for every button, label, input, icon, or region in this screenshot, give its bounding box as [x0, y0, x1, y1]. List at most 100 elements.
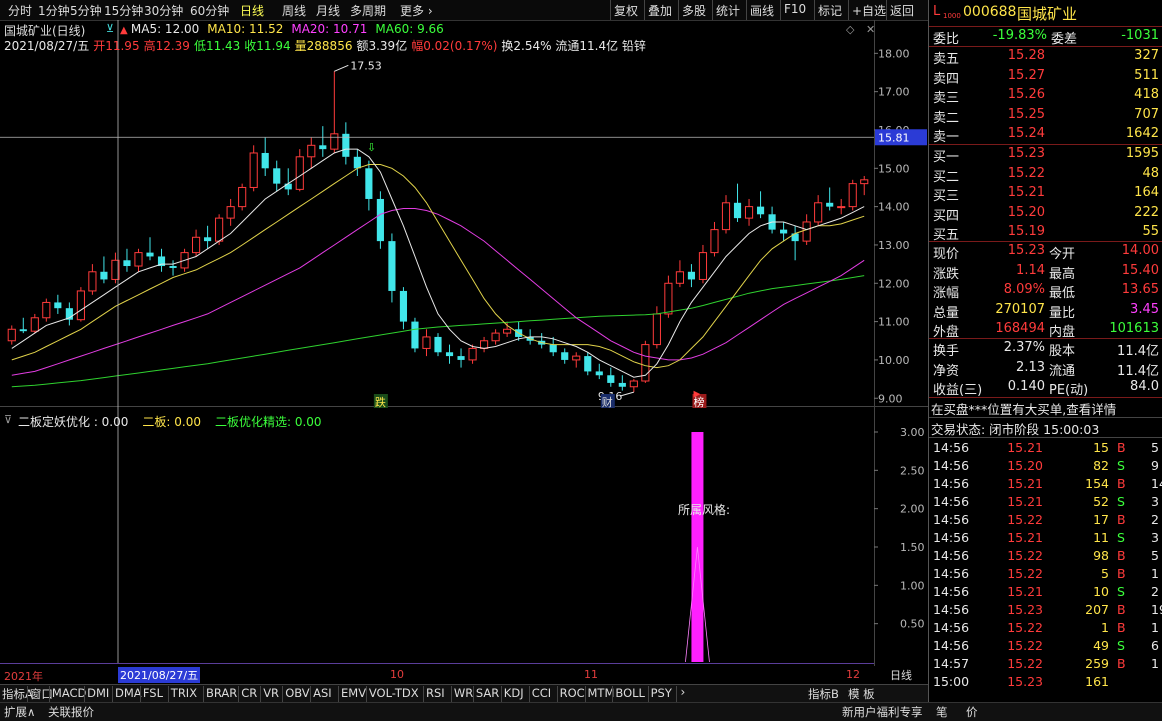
- indicator-tab[interactable]: SAR: [476, 686, 499, 700]
- tick-time: 14:56: [933, 566, 970, 581]
- toolbar-button[interactable]: 多股: [682, 2, 706, 19]
- ma-label: MA10: 11.52: [207, 22, 284, 36]
- indicator-tab[interactable]: MTM: [588, 686, 615, 700]
- toolbar-button[interactable]: 叠加: [648, 2, 672, 19]
- arrow-up-icon: ▲: [120, 25, 131, 36]
- order-book-price[interactable]: 15.28: [989, 48, 1045, 63]
- indicator-tab-b[interactable]: 指标B: [808, 686, 839, 702]
- indicator-tab[interactable]: CR: [241, 686, 257, 700]
- toolbar-button[interactable]: 复权: [614, 2, 638, 19]
- divider: [26, 686, 28, 702]
- indicator-tab[interactable]: VOL-TDX: [369, 686, 419, 700]
- period-tab[interactable]: 60分钟: [190, 2, 229, 19]
- indicator-collapse-icon[interactable]: ⊽: [4, 413, 12, 426]
- indicator-tab[interactable]: BOLL: [615, 686, 645, 700]
- period-tab[interactable]: 周线: [282, 2, 306, 19]
- toolbar-button[interactable]: 画线: [750, 2, 774, 19]
- divider: [814, 0, 815, 20]
- candle: [837, 198, 846, 215]
- template-tab[interactable]: 模 板: [848, 686, 875, 702]
- indicator-tab[interactable]: MACD: [52, 686, 86, 700]
- ohlc-field: 开11.95: [93, 39, 140, 53]
- period-tab[interactable]: 1分钟: [38, 2, 70, 19]
- indicator-tab[interactable]: ROC: [560, 686, 585, 700]
- divider: [675, 686, 677, 702]
- toolbar-button[interactable]: 标记: [818, 2, 842, 19]
- order-book-price[interactable]: 15.25: [989, 107, 1045, 122]
- divider: [929, 437, 1162, 438]
- order-book-price[interactable]: 15.24: [989, 126, 1045, 141]
- indicator-tab[interactable]: WR: [454, 686, 473, 700]
- tick-volume: 17: [1093, 512, 1109, 527]
- tick-count: 1: [1151, 656, 1159, 671]
- candle: [273, 160, 281, 192]
- candle: [768, 206, 776, 234]
- order-book-price[interactable]: 15.20: [989, 205, 1045, 220]
- period-tab[interactable]: 15分钟: [104, 2, 143, 19]
- indicator-tab[interactable]: ASI: [313, 686, 332, 700]
- indicator-tab[interactable]: DMA: [115, 686, 142, 700]
- indicator-tab[interactable]: EMV: [341, 686, 366, 700]
- candle: [19, 317, 27, 334]
- indicator-tab[interactable]: 指标A: [2, 686, 33, 702]
- diamond-icon[interactable]: ◇: [846, 23, 854, 36]
- indicator-tab[interactable]: BRAR: [206, 686, 237, 700]
- ohlc-field: 额3.39亿: [356, 39, 408, 53]
- indicator-tab[interactable]: RSI: [426, 686, 445, 700]
- divider: [780, 0, 781, 20]
- divider: [678, 0, 679, 20]
- kline-chart[interactable]: 18.0017.0016.0015.0014.0013.0012.0011.00…: [0, 20, 928, 666]
- ohlc-field: 高12.39: [143, 39, 190, 53]
- candle: [503, 321, 512, 337]
- tick-tab[interactable]: 笔: [936, 704, 948, 720]
- big-order-notice[interactable]: 在买盘***位置有大买单,查看详情: [931, 399, 1116, 418]
- indicator-tab[interactable]: VR: [263, 686, 279, 700]
- candle: [687, 264, 696, 288]
- indicator-y-tick-label: 1.00: [900, 579, 925, 592]
- stat-value: 2.37%: [1003, 340, 1045, 355]
- indicator-tab[interactable]: DMI: [87, 686, 109, 700]
- promo-link[interactable]: 新用户福利专享: [842, 704, 923, 720]
- period-tab[interactable]: 分时: [8, 2, 32, 19]
- tick-side: B: [1117, 512, 1126, 527]
- toolbar-button[interactable]: +自选: [852, 2, 886, 19]
- order-book-label: 买四: [933, 208, 960, 224]
- price-tab[interactable]: 价: [966, 704, 978, 720]
- period-tab[interactable]: 日线: [240, 2, 264, 19]
- candle: [146, 237, 154, 261]
- indicator-tab[interactable]: PSY: [651, 686, 672, 700]
- indicator-y-tick-label: 2.00: [900, 503, 925, 516]
- indicator-tab[interactable]: OBV: [285, 686, 309, 700]
- stat-value: 101613: [1109, 321, 1159, 336]
- indicator-tab[interactable]: FSL: [143, 686, 163, 700]
- order-book-price[interactable]: 15.26: [989, 87, 1045, 102]
- indicator-tab[interactable]: KDJ: [504, 686, 524, 700]
- cursor-date-label: 2021/08/27/五: [118, 667, 201, 683]
- order-book-price[interactable]: 15.19: [989, 224, 1045, 239]
- tick-volume: 49: [1093, 638, 1109, 653]
- period-tab[interactable]: 更多 ›: [400, 2, 433, 19]
- quote-panel: L 1000 000688 国城矿业 委比 -19.83% 委差 -1031 卖五 15.28 32…: [928, 0, 1162, 702]
- order-book-price[interactable]: 15.27: [989, 68, 1045, 83]
- divider: [712, 0, 713, 20]
- period-tab[interactable]: 多周期: [350, 2, 386, 19]
- chevron-right-icon[interactable]: ›: [681, 685, 686, 699]
- expand-button[interactable]: 扩展∧: [4, 704, 35, 720]
- period-tab[interactable]: 月线: [316, 2, 340, 19]
- order-book-price[interactable]: 15.22: [989, 166, 1045, 181]
- order-book-price[interactable]: 15.21: [989, 185, 1045, 200]
- period-tab[interactable]: 30分钟: [144, 2, 183, 19]
- toolbar-button[interactable]: 统计: [716, 2, 740, 19]
- related-quotes-button[interactable]: 关联报价: [48, 704, 94, 720]
- period-tab[interactable]: 5分钟: [70, 2, 102, 19]
- tick-price: 15.22: [1007, 638, 1043, 653]
- toolbar-button[interactable]: 返回: [890, 2, 914, 19]
- chevron-down-icon[interactable]: ⊻: [106, 22, 114, 35]
- divider: [365, 686, 367, 702]
- order-book-price[interactable]: 15.23: [989, 146, 1045, 161]
- indicator-tab[interactable]: CCI: [532, 686, 551, 700]
- order-book-label: 卖一: [933, 130, 960, 145]
- close-icon[interactable]: ✕: [866, 23, 875, 36]
- indicator-tab[interactable]: TRIX: [171, 686, 197, 700]
- toolbar-button[interactable]: F10: [784, 2, 806, 16]
